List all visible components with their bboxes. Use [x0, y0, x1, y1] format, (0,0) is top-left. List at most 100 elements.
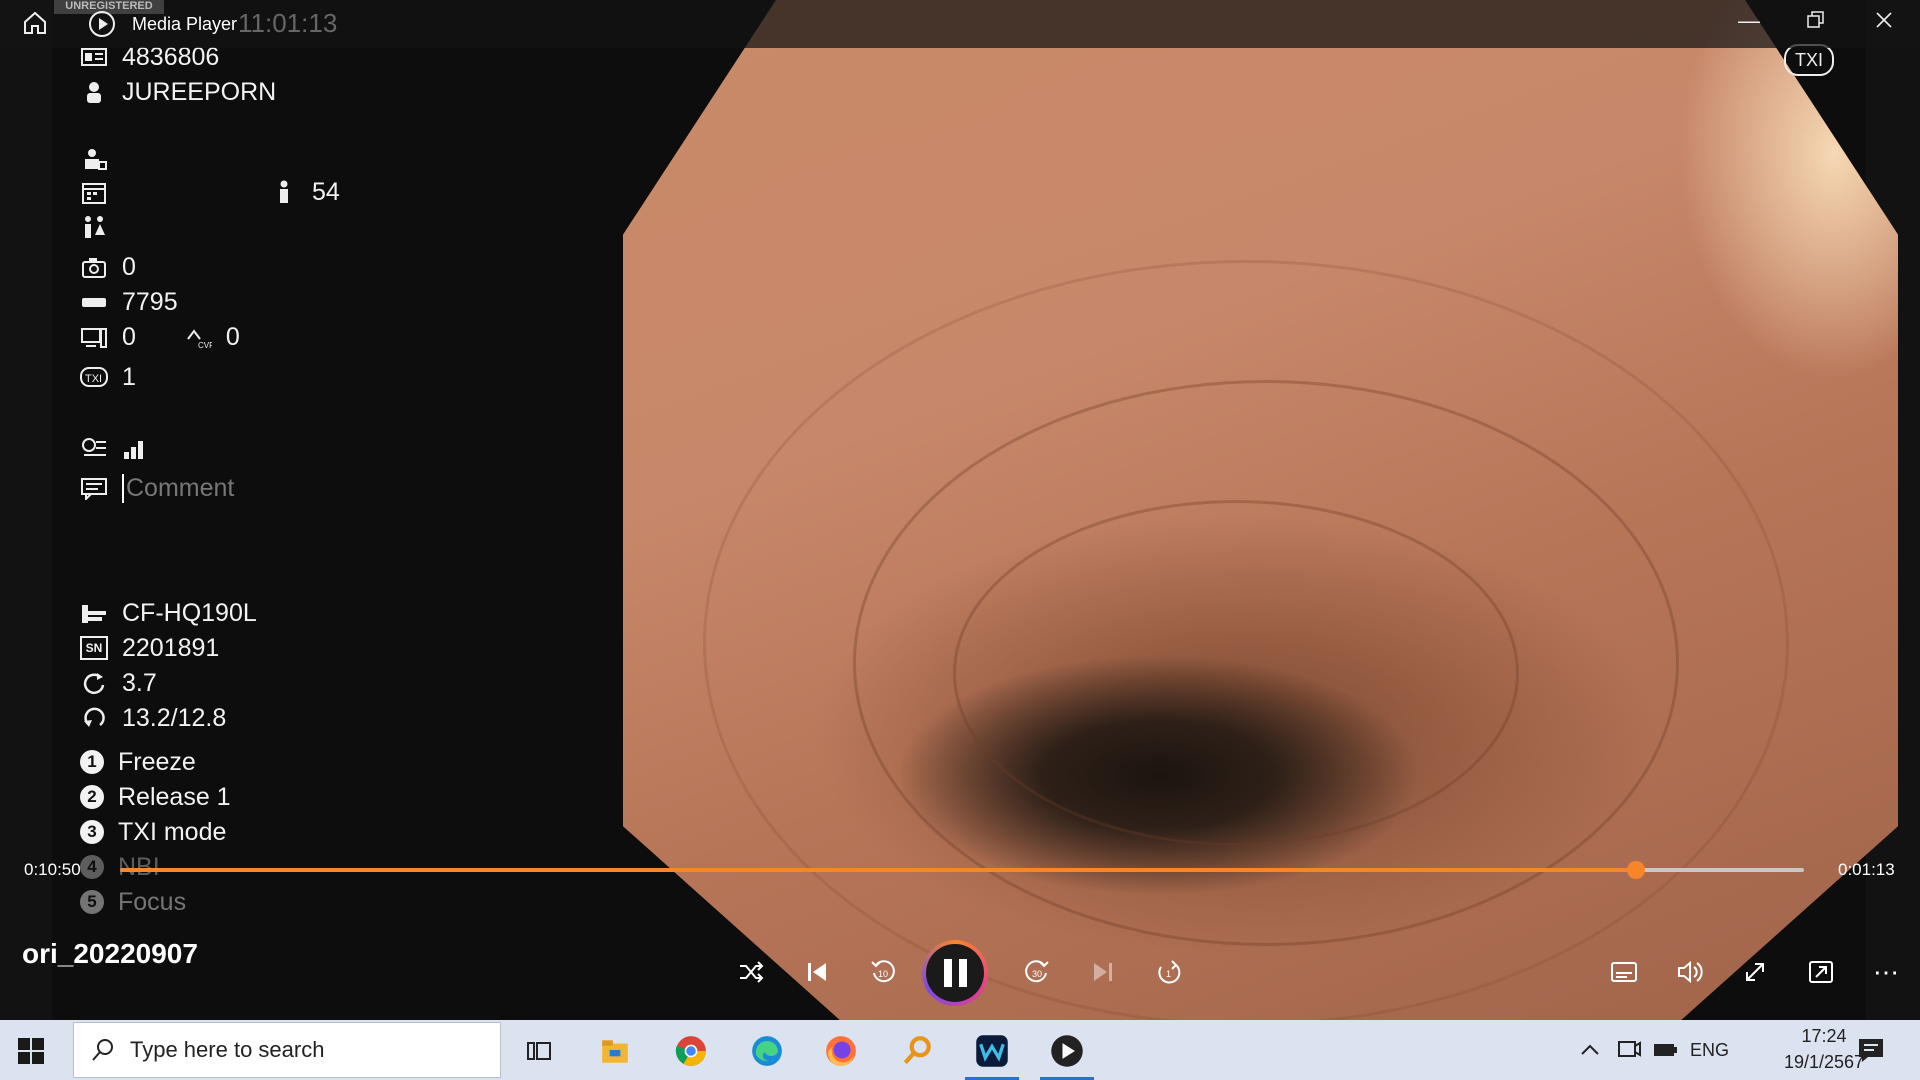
windows-taskbar: Type here to search ENG 17:24 19/1/2567: [0, 1020, 1920, 1080]
restore-icon[interactable]: [1806, 10, 1826, 36]
txi-icon: TXI: [80, 365, 108, 389]
seek-progress-fill: [120, 868, 1636, 872]
svg-text:TXI: TXI: [85, 373, 102, 385]
camera-row: 0: [80, 251, 136, 283]
volume-button[interactable]: [1670, 952, 1710, 992]
patient-name: JUREEPORN: [122, 77, 277, 106]
value-a-row: 3.7: [80, 667, 157, 699]
task-view-icon[interactable]: [508, 1028, 570, 1074]
scope-model-row: CF-HQ190L: [80, 597, 257, 629]
mini-player-icon: [1809, 961, 1833, 983]
mini-player-button[interactable]: [1801, 952, 1841, 992]
firefox-icon[interactable]: [810, 1028, 872, 1074]
windows-start-icon[interactable]: [16, 1036, 46, 1066]
rewind-10-button[interactable]: 10: [863, 952, 903, 992]
cvp-icon: CVP: [184, 325, 214, 350]
rewind-10-icon: 10: [871, 960, 895, 983]
svg-text:CVP: CVP: [198, 341, 212, 349]
cvp-value: 0: [225, 322, 240, 351]
seek-thumb[interactable]: [1626, 861, 1645, 879]
minimize-icon[interactable]: —: [1738, 8, 1760, 34]
forward-30-icon: 30: [1025, 960, 1049, 983]
counter-value: 7795: [122, 287, 178, 316]
title-bar: UNREGISTERED Media Player 11:01:13 —: [0, 0, 1920, 48]
search-placeholder: Type here to search: [130, 1037, 325, 1062]
comment-row[interactable]: Comment: [80, 472, 234, 504]
previous-button[interactable]: [797, 952, 837, 992]
comment-input[interactable]: Comment: [122, 473, 234, 503]
volume-icon: [1678, 960, 1703, 984]
function-number-badge: 2: [80, 785, 104, 809]
window-title: Media Player: [132, 14, 238, 34]
more-options-icon[interactable]: ⋯: [1867, 952, 1907, 992]
media-player-taskbar-icon[interactable]: [1036, 1028, 1098, 1080]
seek-track[interactable]: [120, 861, 1804, 879]
gender-row: [80, 211, 122, 243]
id-card-icon: [80, 45, 108, 69]
taskbar-search-box[interactable]: Type here to search: [73, 1022, 501, 1078]
shuffle-icon: [740, 961, 764, 983]
fullscreen-icon: [1746, 963, 1764, 981]
signal-row: [80, 432, 164, 464]
play-pause-button[interactable]: [922, 940, 988, 1006]
function-label: Release 1: [118, 782, 231, 811]
function-3-row: 3 TXI mode: [80, 816, 226, 848]
home-icon[interactable]: [22, 10, 48, 42]
seek-bar-area: 0:10:50 0:01:13: [0, 855, 1920, 885]
shuffle-button[interactable]: [731, 952, 771, 992]
txi-value: 1: [122, 362, 136, 391]
gender-icon: [80, 215, 108, 239]
subtitles-icon: [1611, 962, 1637, 982]
battery-icon[interactable]: [1652, 1038, 1678, 1062]
txi-badge: TXI: [1784, 44, 1834, 76]
value-a: 3.7: [122, 668, 157, 697]
monitor-icon: [80, 325, 108, 349]
subtitles-button[interactable]: [1604, 952, 1644, 992]
remaining-time: 0:01:13: [1838, 860, 1895, 879]
txi-row: TXI 1: [80, 361, 136, 393]
language-indicator[interactable]: ENG: [1690, 1040, 1729, 1061]
chrome-icon[interactable]: [660, 1028, 722, 1074]
webex-icon[interactable]: [961, 1028, 1023, 1080]
function-number-badge: 3: [80, 820, 104, 844]
patient-age: 54: [312, 177, 340, 206]
value-b: 13.2/12.8: [122, 703, 227, 732]
player-controls: ori_20220907 10 30 1 ⋯: [0, 910, 1920, 1020]
value-b-row: 13.2/12.8: [80, 702, 226, 734]
scope-model: CF-HQ190L: [122, 598, 257, 627]
svg-text:10: 10: [878, 969, 888, 979]
show-hidden-icons-icon[interactable]: [1578, 1038, 1602, 1062]
close-icon[interactable]: [1874, 10, 1894, 36]
search-icon: [90, 1037, 116, 1063]
pause-icon: [926, 944, 984, 1002]
camera-icon: [80, 255, 108, 279]
doctor-row: [80, 143, 122, 175]
camera-count: 0: [122, 252, 136, 281]
notifications-icon[interactable]: [1856, 1036, 1886, 1064]
edge-icon[interactable]: [736, 1028, 798, 1074]
magnifier-app-icon[interactable]: [886, 1028, 948, 1074]
skip-previous-icon: [808, 963, 826, 981]
scope-icon: [80, 601, 108, 625]
function-1-row: 1 Freeze: [80, 746, 196, 778]
forward-30-button[interactable]: 30: [1017, 952, 1057, 992]
date-row: 54: [80, 176, 340, 208]
media-player-logo-icon: [88, 10, 116, 44]
calendar-icon: [80, 180, 108, 204]
elapsed-time: 0:10:50: [24, 860, 81, 879]
doctor-icon: [80, 147, 108, 171]
refresh-icon: [80, 706, 108, 730]
patient-name-row: JUREEPORN: [80, 76, 276, 108]
fullscreen-button[interactable]: [1735, 952, 1775, 992]
timestamp-overlay: 11:01:13: [238, 8, 338, 38]
monitor-row: 0 CVP 0: [80, 321, 240, 353]
meet-now-icon[interactable]: [1616, 1038, 1642, 1062]
next-button[interactable]: [1083, 952, 1123, 992]
scope-counter-icon: [80, 290, 108, 314]
sensor-icon: [80, 436, 108, 460]
repeat-one-icon: 1: [1158, 960, 1181, 984]
svg-text:30: 30: [1032, 969, 1042, 979]
person-icon: [80, 80, 108, 104]
file-explorer-icon[interactable]: [584, 1028, 646, 1074]
repeat-one-button[interactable]: 1: [1149, 952, 1189, 992]
